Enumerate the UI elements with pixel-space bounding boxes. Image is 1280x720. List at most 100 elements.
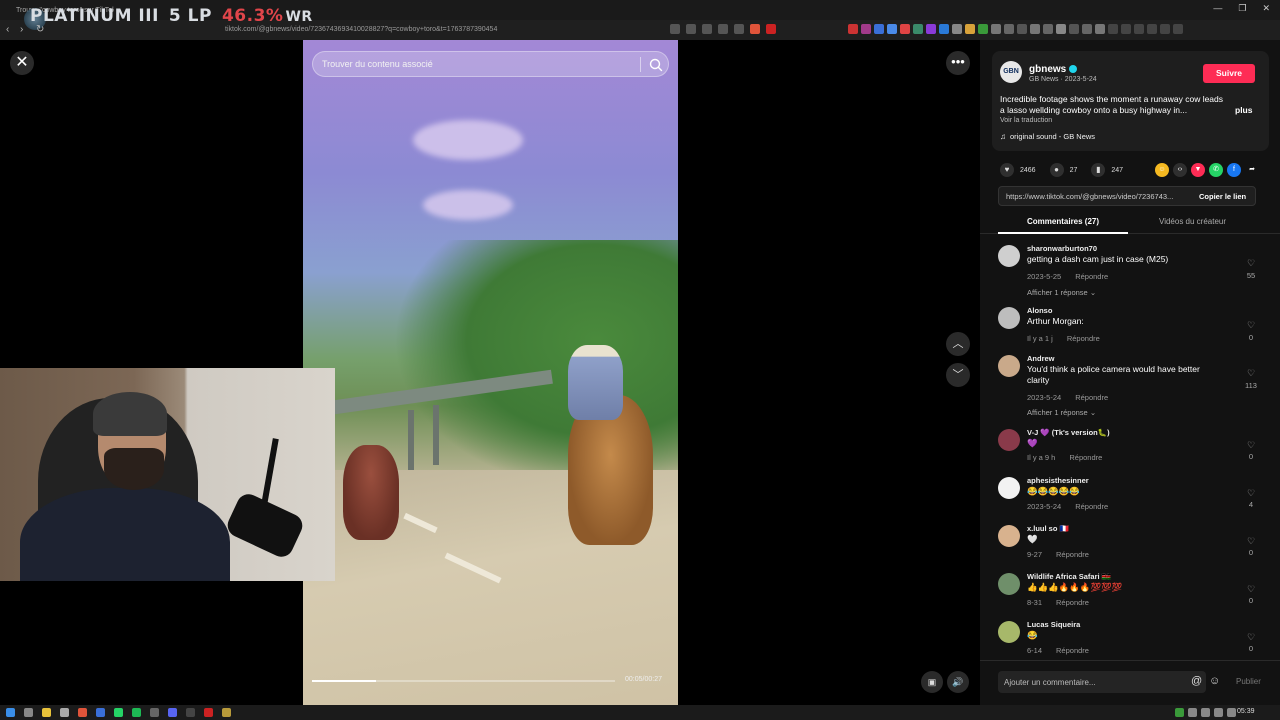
extension-icon[interactable]: [887, 24, 897, 34]
extension-icon[interactable]: [1030, 24, 1040, 34]
comment-heart-icon[interactable]: ♡: [1241, 320, 1261, 331]
extension-icon[interactable]: [861, 24, 871, 34]
brave-shield-icon[interactable]: [750, 24, 760, 34]
tab-comments[interactable]: Commentaires (27): [1027, 217, 1099, 226]
heart-icon[interactable]: ♥: [1000, 163, 1014, 177]
comment-avatar[interactable]: [998, 621, 1020, 643]
comment-author[interactable]: Wildlife Africa Safari 🇰🇪: [1027, 572, 1111, 581]
forward-icon[interactable]: ›: [20, 24, 23, 35]
comment-heart-icon[interactable]: ♡: [1241, 440, 1261, 451]
download-icon[interactable]: [1108, 24, 1118, 34]
extension-icon[interactable]: [848, 24, 858, 34]
media-icon[interactable]: [1121, 24, 1131, 34]
app-icon[interactable]: [186, 708, 195, 717]
comment-avatar[interactable]: [998, 525, 1020, 547]
bookmark-icon[interactable]: ▮: [1091, 163, 1106, 177]
comment-author[interactable]: Alonso: [1027, 306, 1052, 315]
copy-link-button[interactable]: Copier le lien: [1199, 192, 1246, 201]
zoom-icon[interactable]: [718, 24, 728, 34]
extension-icon[interactable]: [1056, 24, 1066, 34]
comment-author[interactable]: sharonwarburton70: [1027, 244, 1097, 253]
app-icon[interactable]: [204, 708, 213, 717]
comment-author[interactable]: x.luul so 🇫🇷: [1027, 524, 1069, 533]
embed-icon[interactable]: ‹›: [1173, 163, 1187, 177]
tray-icon[interactable]: [1188, 708, 1197, 717]
open-external-icon[interactable]: [686, 24, 696, 34]
emoji-icon[interactable]: ☺: [1209, 675, 1220, 687]
extension-icon[interactable]: [991, 24, 1001, 34]
extension-icon[interactable]: [1017, 24, 1027, 34]
chevron-down-icon[interactable]: ﹀: [946, 363, 970, 387]
reply-button[interactable]: Répondre: [1056, 646, 1089, 655]
restore-icon[interactable]: ❐: [1238, 3, 1246, 14]
close-window-icon[interactable]: ✕: [1262, 3, 1270, 14]
minimize-icon[interactable]: —: [1213, 3, 1222, 14]
extension-icon[interactable]: [978, 24, 988, 34]
profile-icon[interactable]: [1160, 24, 1170, 34]
author-avatar[interactable]: GBN: [1000, 61, 1022, 83]
sound-name[interactable]: original sound - GB News: [1010, 132, 1095, 141]
extension-icon[interactable]: [913, 24, 923, 34]
comment-stat[interactable]: ● 27: [1049, 163, 1077, 177]
chevron-up-icon[interactable]: ︿: [946, 332, 970, 356]
save-stat[interactable]: ▮ 247: [1091, 163, 1123, 177]
facebook-icon[interactable]: f: [1227, 163, 1241, 177]
spotify-icon[interactable]: [132, 708, 141, 717]
extension-icon[interactable]: [926, 24, 936, 34]
comment-avatar[interactable]: [998, 429, 1020, 451]
search-icon[interactable]: [648, 57, 664, 73]
file-explorer-icon[interactable]: [42, 708, 51, 717]
miniplayer-icon[interactable]: ▣: [921, 671, 943, 693]
wallet-icon[interactable]: [1147, 24, 1157, 34]
wifi-icon[interactable]: [1201, 708, 1210, 717]
like-stat[interactable]: ♥ 2466: [1000, 163, 1036, 177]
comment-avatar[interactable]: [998, 307, 1020, 329]
search-taskbar-icon[interactable]: [24, 708, 33, 717]
extension-icon[interactable]: [874, 24, 884, 34]
more-link[interactable]: plus: [1235, 105, 1252, 115]
reply-button[interactable]: Répondre: [1056, 598, 1089, 607]
comment-heart-icon[interactable]: ♡: [1241, 368, 1261, 379]
comment-input[interactable]: [998, 671, 1206, 693]
close-icon[interactable]: ✕: [10, 51, 34, 75]
comment-avatar[interactable]: [998, 355, 1020, 377]
sidebar-icon[interactable]: [1134, 24, 1144, 34]
extension-icon[interactable]: [965, 24, 975, 34]
menu-icon[interactable]: [1173, 24, 1183, 34]
show-replies-button[interactable]: Afficher 1 réponse ⌄: [1027, 408, 1096, 417]
comment-author[interactable]: Lucas Siqueira: [1027, 620, 1080, 629]
more-icon[interactable]: •••: [946, 51, 970, 75]
comment-icon[interactable]: ●: [1049, 163, 1064, 177]
repost-icon[interactable]: ▼: [1191, 163, 1205, 177]
video-player[interactable]: 00:05/00:27: [303, 40, 678, 705]
comment-author[interactable]: Andrew: [1027, 354, 1055, 363]
comment-heart-icon[interactable]: ♡: [1241, 536, 1261, 547]
app-icon[interactable]: [96, 708, 105, 717]
related-search[interactable]: [312, 51, 669, 77]
comment-avatar[interactable]: [998, 573, 1020, 595]
comment-author[interactable]: aphesisthesinner: [1027, 476, 1089, 485]
reply-button[interactable]: Répondre: [1075, 502, 1108, 511]
reply-button[interactable]: Répondre: [1069, 453, 1102, 462]
taskbar-clock[interactable]: 05:39: [1237, 708, 1255, 715]
tab-creator-videos[interactable]: Vidéos du créateur: [1159, 217, 1226, 226]
share-page-icon[interactable]: [670, 24, 680, 34]
app-icon[interactable]: [222, 708, 231, 717]
tray-icon[interactable]: [1175, 708, 1184, 717]
comment-heart-icon[interactable]: ♡: [1241, 584, 1261, 595]
comment-avatar[interactable]: [998, 245, 1020, 267]
reply-button[interactable]: Répondre: [1067, 334, 1100, 343]
reply-button[interactable]: Répondre: [1075, 272, 1108, 281]
back-icon[interactable]: ‹: [6, 24, 9, 35]
comment-heart-icon[interactable]: ♡: [1241, 488, 1261, 499]
comment-author[interactable]: V-J 💜 (Tk's version🐛): [1027, 428, 1110, 437]
volume-icon[interactable]: 🔊: [947, 671, 969, 693]
whatsapp-taskbar-icon[interactable]: [114, 708, 123, 717]
reload-icon[interactable]: ↻: [36, 24, 44, 35]
author-name-row[interactable]: gbnews: [1029, 64, 1078, 75]
publish-button[interactable]: Publier: [1236, 677, 1261, 686]
extension-icon[interactable]: [900, 24, 910, 34]
mention-icon[interactable]: @: [1191, 675, 1202, 687]
bookmark-star-icon[interactable]: [734, 24, 744, 34]
extension-icon[interactable]: [1004, 24, 1014, 34]
